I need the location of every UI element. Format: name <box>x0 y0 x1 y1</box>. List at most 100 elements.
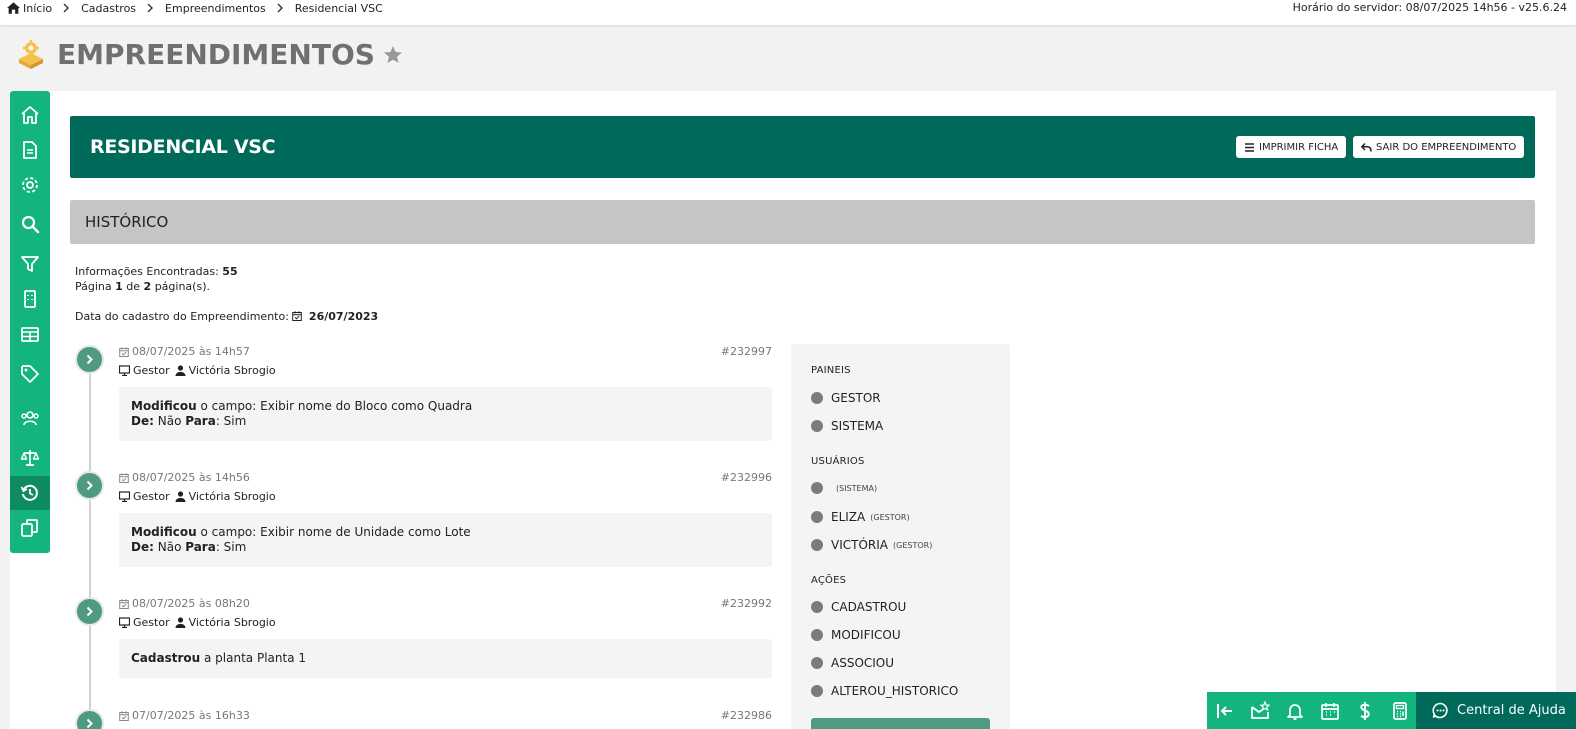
calendar-icon <box>119 710 129 721</box>
filter-panels-title: PAINEIS <box>811 365 851 376</box>
entry-to-value: : Sim <box>215 414 247 428</box>
filter-label: VICTÓRIA <box>831 538 888 552</box>
entry-date-text: 08/07/2025 às 14h57 <box>132 345 250 358</box>
calculator-button[interactable] <box>1382 692 1417 729</box>
filter-panel-sistema[interactable]: SISTEMA <box>811 419 883 433</box>
entry-user: Victória Sbrogio <box>188 364 276 377</box>
entry-date: 08/07/2025 às 08h20 <box>119 597 250 610</box>
calendar-icon <box>1320 702 1339 720</box>
entry-date-text: 07/07/2025 às 16h33 <box>132 709 250 722</box>
exit-project-label: SAIR DO EMPREENDIMENTO <box>1376 141 1517 153</box>
building-icon <box>24 290 36 308</box>
entry-panel: Gestor <box>133 490 170 503</box>
sidebar-item-tags[interactable] <box>10 357 50 391</box>
filter-actions-title: AÇÕES <box>811 575 847 586</box>
filter-action-associou[interactable]: ASSOCIOU <box>811 656 894 670</box>
monitor-icon <box>119 365 130 376</box>
sidebar-item-documents[interactable] <box>10 133 50 167</box>
entry-details: Modificou o campo: Exibir nome de Unidad… <box>119 513 772 567</box>
filter-label: CADASTROU <box>831 600 907 614</box>
filter-bullet <box>811 420 823 432</box>
search-icon <box>21 215 40 234</box>
section-title: HISTÓRICO <box>85 213 169 231</box>
page-header: EMPREENDIMENTOS <box>15 38 403 71</box>
filter-user-eliza[interactable]: ELIZA (GESTOR) <box>811 510 910 524</box>
breadcrumb-empreendimentos[interactable]: Empreendimentos <box>165 2 266 15</box>
user-icon <box>175 491 186 502</box>
filter-label: MODIFICOU <box>831 628 901 642</box>
filter-action-alterou-historico[interactable]: ALTEROU_HISTORICO <box>811 684 958 698</box>
dollar-icon <box>1359 701 1370 720</box>
breadcrumb-inicio[interactable]: Início <box>23 2 52 15</box>
sidebar-item-settings[interactable] <box>10 168 50 202</box>
filter-users-title: USUÁRIOS <box>811 456 865 467</box>
chevron-right-icon <box>63 3 70 13</box>
chat-icon <box>1432 702 1448 719</box>
messages-button[interactable] <box>1242 692 1277 729</box>
sidebar-item-search[interactable] <box>10 207 50 241</box>
entry-details: Cadastrou a planta Planta 1 <box>119 639 772 678</box>
entry-panel: Gestor <box>133 364 170 377</box>
filter-bullet <box>811 629 823 641</box>
tag-icon <box>21 365 39 383</box>
entry-to-label: Para <box>185 414 216 428</box>
expand-entry-button[interactable] <box>75 471 104 500</box>
chevron-right-icon <box>86 354 93 365</box>
page-of-label: de <box>126 280 141 293</box>
expand-entry-button[interactable] <box>75 345 104 374</box>
filter-icon <box>21 256 39 272</box>
filter-bullet <box>811 511 823 523</box>
collapse-left-icon <box>1216 703 1232 718</box>
bottom-toolbar: Central de Ajuda <box>1207 692 1576 729</box>
home-icon[interactable] <box>7 2 20 14</box>
registration-value: 26/07/2023 <box>308 310 379 323</box>
filter-bullet <box>811 685 823 697</box>
sidebar-item-filter[interactable] <box>10 247 50 281</box>
filter-action-cadastrou[interactable]: CADASTROU <box>811 600 906 614</box>
project-title: RESIDENCIAL VSC <box>90 136 276 158</box>
sidebar-item-home[interactable] <box>10 98 50 132</box>
filter-label: SISTEMA <box>831 419 884 433</box>
print-sheet-button[interactable]: IMPRIMIR FICHA <box>1236 136 1347 158</box>
registration-label: Data do cadastro do Empreendimento: <box>75 310 289 323</box>
building-gear-logo-icon <box>19 39 43 69</box>
expand-entry-button[interactable] <box>75 597 104 626</box>
help-center-button[interactable]: Central de Ajuda <box>1416 692 1576 729</box>
calendar-icon <box>119 598 129 609</box>
expand-entry-button[interactable] <box>75 709 104 729</box>
breadcrumb-cadastros[interactable]: Cadastros <box>81 2 136 15</box>
entry-from-value: Não <box>157 540 182 554</box>
entry-text: o campo: Exibir nome de Unidade como Lot… <box>200 525 471 539</box>
chevron-right-icon <box>147 3 154 13</box>
collapse-button[interactable] <box>1207 692 1242 729</box>
filter-bullet <box>811 657 823 669</box>
filter-action-modificou[interactable]: MODIFICOU <box>811 628 901 642</box>
filter-user-sistema[interactable]: (SISTEMA) <box>811 482 877 494</box>
filter-user-victoria[interactable]: VICTÓRIA (GESTOR) <box>811 538 932 552</box>
sidebar-item-buildings[interactable] <box>10 282 50 316</box>
filter-panel-gestor[interactable]: GESTOR <box>811 391 881 405</box>
sidebar-item-copy[interactable] <box>10 511 50 545</box>
sidebar-item-legal[interactable] <box>10 441 50 475</box>
favorite-star-icon[interactable] <box>383 45 403 65</box>
entry-action: Cadastrou <box>131 651 201 665</box>
finance-button[interactable] <box>1347 692 1382 729</box>
filter-label: GESTOR <box>831 391 881 405</box>
sidebar-item-history[interactable] <box>10 476 50 510</box>
exit-project-button[interactable]: SAIR DO EMPREENDIMENTO <box>1353 136 1525 158</box>
calendar-button[interactable] <box>1312 692 1347 729</box>
gear-icon <box>22 177 38 193</box>
users-icon <box>21 411 39 426</box>
apply-filter-button[interactable] <box>811 718 990 729</box>
help-center-label: Central de Ajuda <box>1457 703 1566 718</box>
scale-icon <box>20 450 40 466</box>
calendar-icon <box>119 346 129 357</box>
notifications-button[interactable] <box>1277 692 1312 729</box>
history-entry: 08/07/2025 às 08h20 #232992 Gestor Victó… <box>75 597 772 682</box>
filter-bullet <box>811 601 823 613</box>
user-icon <box>175 617 186 628</box>
sidebar-item-table[interactable] <box>10 317 50 351</box>
registration-date: Data do cadastro do Empreendimento: 26/0… <box>75 310 378 323</box>
sidebar-item-users[interactable] <box>10 401 50 435</box>
sidebar <box>10 91 50 553</box>
